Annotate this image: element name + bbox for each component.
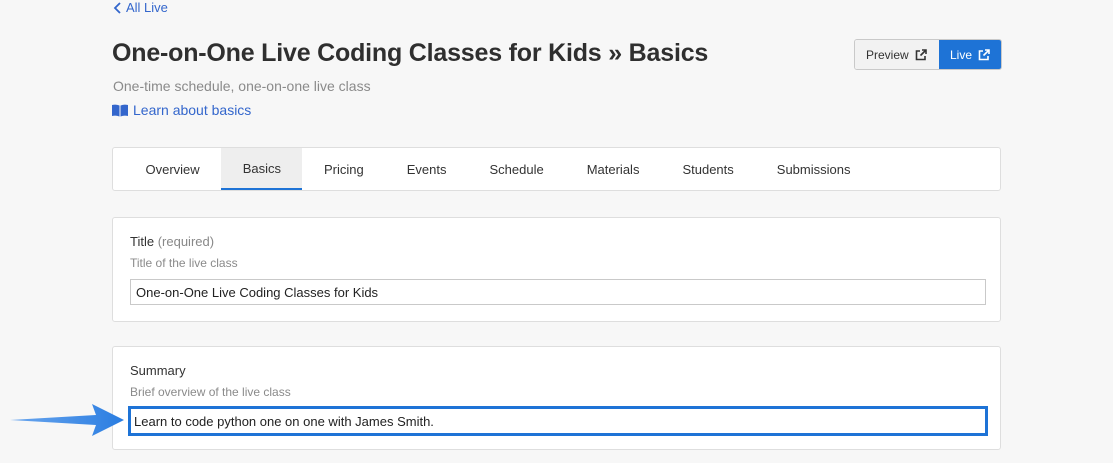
title-field-label: Title (required) (130, 234, 214, 249)
preview-button-label: Preview (866, 47, 909, 62)
summary-field-help: Brief overview of the live class (130, 385, 291, 399)
summary-input[interactable] (128, 406, 988, 436)
external-link-icon (978, 48, 990, 60)
tab-events[interactable]: Events (385, 148, 468, 190)
external-link-icon (915, 48, 927, 60)
title-label-text: Title (130, 234, 155, 249)
live-button-label: Live (950, 47, 973, 62)
required-note: (required) (157, 234, 215, 249)
learn-link-label: Learn about basics (133, 102, 252, 118)
title-field-help: Title of the live class (130, 256, 238, 270)
back-link-label: All Live (126, 0, 168, 15)
tab-overview[interactable]: Overview (124, 148, 221, 190)
summary-field-card: Summary Brief overview of the live class (112, 346, 1001, 450)
title-field-card: Title (required) Title of the live class (112, 217, 1001, 322)
tab-submissions[interactable]: Submissions (755, 148, 872, 190)
back-link-all-live[interactable]: All Live (113, 0, 168, 15)
arrow-right-icon (10, 404, 124, 436)
section-tabs: Overview Basics Pricing Events Schedule … (112, 147, 1001, 191)
page-subtitle: One-time schedule, one-on-one live class (113, 78, 371, 94)
tab-schedule[interactable]: Schedule (468, 148, 565, 190)
tab-materials[interactable]: Materials (565, 148, 661, 190)
preview-button[interactable]: Preview (855, 40, 939, 69)
tab-students[interactable]: Students (661, 148, 755, 190)
tab-basics[interactable]: Basics (221, 148, 303, 190)
view-button-group: Preview Live (854, 39, 1002, 70)
summary-field-label: Summary (130, 363, 186, 378)
book-icon (112, 104, 128, 116)
tab-pricing[interactable]: Pricing (302, 148, 385, 190)
chevron-left-icon (113, 1, 121, 14)
page-title: One-on-One Live Coding Classes for Kids … (112, 39, 709, 67)
learn-about-basics-link[interactable]: Learn about basics (112, 102, 251, 118)
live-button[interactable]: Live (939, 40, 1001, 69)
title-input[interactable] (130, 279, 986, 305)
